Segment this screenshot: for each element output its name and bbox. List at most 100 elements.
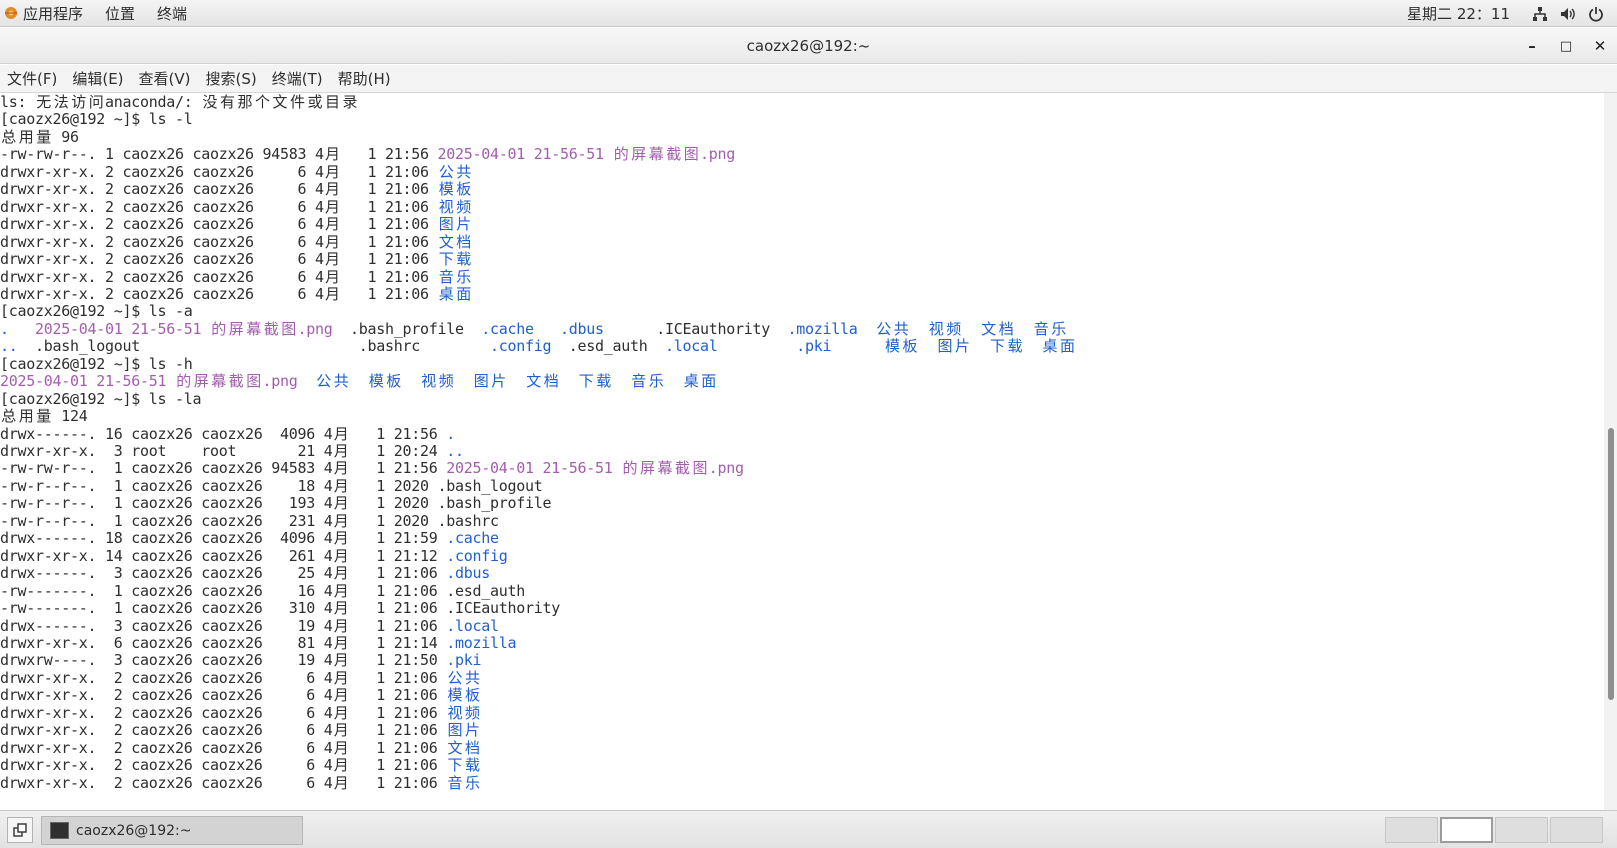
terminal-text: - [78,599,88,618]
terminal-text: : [411,756,421,775]
terminal-text: 2 [175,773,185,792]
terminal-scrollbar[interactable] [1604,93,1617,810]
terminal-text: c [201,511,211,530]
terminal-text: 1 [376,773,386,792]
directory-name: 面 [1059,337,1075,356]
terminal-text: r [8,616,18,635]
image-filename: 5 [472,459,482,478]
terminal-text: 6 [253,564,263,583]
menu-terminal[interactable]: 终端(T) [265,65,331,93]
workspace-2[interactable] [1440,817,1493,843]
terminal-text: 6 [175,250,185,269]
directory-name: c [455,546,465,565]
terminal-output[interactable]: l s: 无法访问 a n a c o n d a /: 没有那个文件或目录[c a o z x 2 6 @1 9 2 ~]… [0,93,1604,810]
terminal-text: z [227,581,237,600]
close-button[interactable]: ✕ [1583,28,1617,64]
terminal-text: - [35,599,45,618]
terminal-text: - [43,250,53,269]
terminal-text: . [87,703,97,722]
minimize-button[interactable]: – [1515,28,1549,64]
clock[interactable]: 星期二 22：11 [1396,0,1526,27]
terminal-text: x [166,424,176,443]
image-filename: 0 [105,319,115,338]
menu-edit[interactable]: 编辑(E) [65,65,131,93]
terminal-app-menu[interactable]: 终端 [146,0,198,27]
terminal-text: 量 [36,407,52,426]
menu-view[interactable]: 查看(V) [132,65,199,93]
terminal-text: r [8,581,18,600]
image-filename: 6 [166,319,176,338]
applications-menu[interactable]: 应用程序 [23,0,94,27]
terminal-text: x [166,651,176,670]
terminal-text: r [61,721,71,740]
terminal-text: 2 [175,546,185,565]
terminal-text: 4 [323,476,333,495]
terminal-text: x [26,546,36,565]
terminal-text: 3 [297,511,307,530]
terminal-text: a [210,756,220,775]
terminal-text: 1 [297,651,307,670]
terminal-text: . [87,616,97,635]
image-filename: 1 [157,372,167,391]
maximize-button[interactable]: □ [1549,28,1583,64]
terminal-text: 6 [306,686,316,705]
terminal-text: z [227,756,237,775]
places-menu[interactable]: 位置 [94,0,146,27]
terminal-text: . [87,686,97,705]
menu-search[interactable]: 搜索(S) [199,65,265,93]
terminal-text: 月 [333,546,349,565]
terminal-text: 2 [385,197,395,216]
terminal-text: p [490,494,500,513]
terminal-text: 1 [402,459,412,478]
directory-name: d [568,319,578,338]
menu-help[interactable]: 帮助(H) [331,65,399,93]
terminal-text: 1 [306,511,316,530]
terminal-text: 6 [175,284,185,303]
terminal-text: c [122,267,132,286]
image-filename: p [271,372,281,391]
network-icon[interactable] [1531,5,1549,23]
window-titlebar[interactable]: caozx26@192:~ – □ ✕ [0,28,1617,64]
applications-icon[interactable] [3,5,19,21]
terminal-text: o [148,651,158,670]
power-icon[interactable] [1587,5,1605,23]
terminal-text: - [0,476,10,495]
directory-name: . [560,319,570,338]
terminal-text: a [140,721,150,740]
directory-name: i [822,319,832,338]
directory-name: 文 [438,232,454,251]
terminal-text: a [455,511,465,530]
terminal-text: a [140,546,150,565]
workspace-4[interactable] [1550,817,1603,843]
terminal-text: 1 [78,389,88,408]
terminal-text: i [743,319,753,338]
terminal-text: w [17,564,27,583]
volume-icon[interactable] [1559,5,1577,23]
terminal-text: s [463,511,473,530]
directory-name: 片 [491,372,507,391]
terminal-text: s [463,494,473,513]
terminal-text: x [236,651,246,670]
workspace-1[interactable] [1385,817,1438,843]
image-filename: 0 [70,372,80,391]
taskbar-item-terminal[interactable]: caozx26@192:~ [41,816,303,845]
terminal-text: z [35,110,45,129]
terminal-text: 2 [393,721,403,740]
terminal-text: 2 [288,511,298,530]
terminal-text: 文 [272,93,288,111]
menu-file[interactable]: 文件(F) [0,65,65,93]
workspace-3[interactable] [1495,817,1548,843]
terminal-text: 6 [183,686,193,705]
directory-name: . [787,319,797,338]
terminal-text: 4 [323,546,333,565]
terminal-text: a [210,633,220,652]
directory-name: 桌 [683,372,699,391]
terminal-text: 6 [175,145,185,164]
terminal-text: 6 [245,180,255,199]
scrollbar-thumb[interactable] [1608,428,1614,700]
terminal-text: 6 [113,424,123,443]
show-desktop-button[interactable] [7,817,33,843]
terminal-text: 6 [183,564,193,583]
terminal-text: z [218,267,228,286]
terminal-text: : [402,232,412,251]
